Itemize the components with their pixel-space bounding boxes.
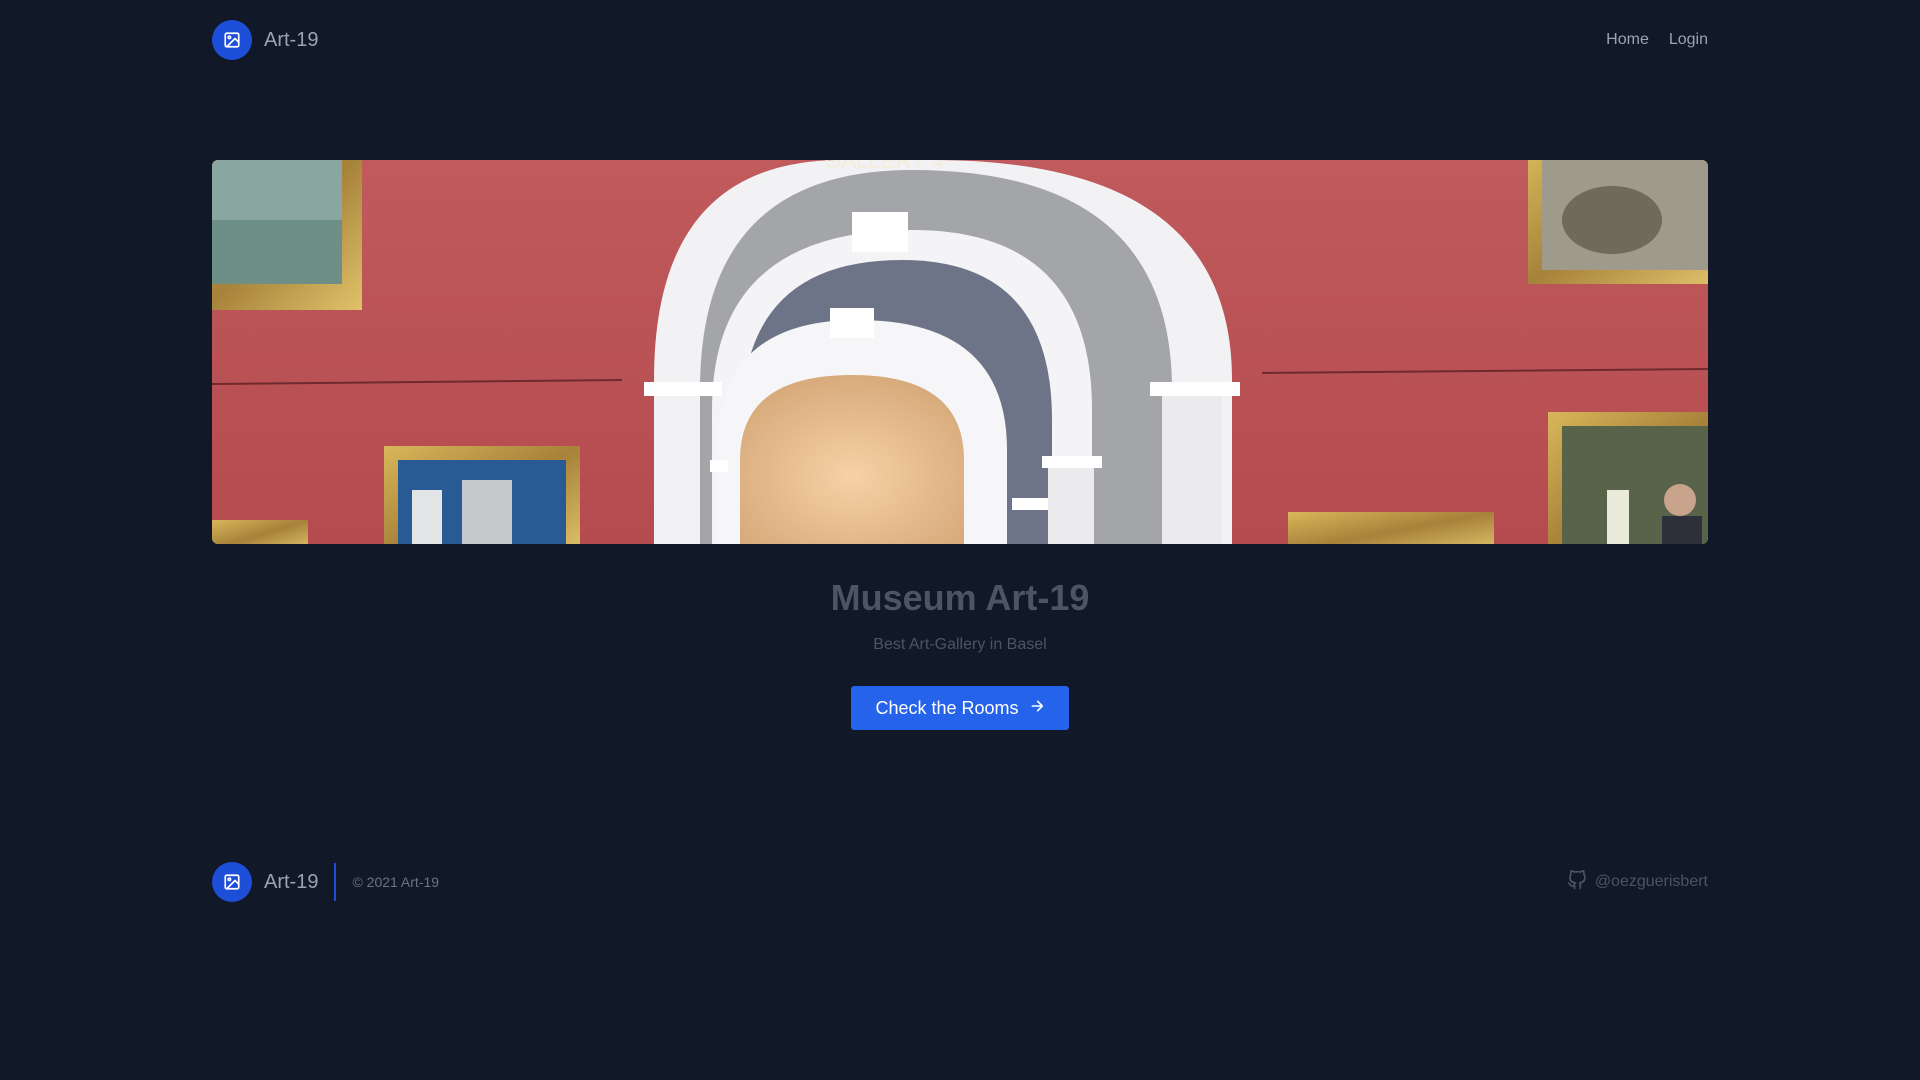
nav-login-link[interactable]: Login — [1669, 31, 1708, 49]
footer-left: Art-19 © 2021 Art-19 — [212, 862, 439, 902]
page-title: Museum Art-19 — [830, 577, 1090, 618]
header-brand-link[interactable]: Art-19 — [212, 20, 318, 60]
gallery-sign: GALLERY 4 — [824, 160, 943, 173]
footer-divider — [334, 863, 337, 901]
site-footer: Art-19 © 2021 Art-19 @oezguerisbert — [212, 862, 1708, 902]
hero-section: Museum Art-19 Best Art-Gallery in Basel … — [212, 570, 1708, 730]
main-nav: Home Login — [1606, 31, 1708, 49]
github-icon — [1567, 869, 1587, 895]
nav-home-link[interactable]: Home — [1606, 31, 1649, 49]
image-logo-icon — [212, 20, 252, 60]
copyright-text: © 2021 Art-19 — [352, 874, 440, 890]
header-brand-name: Art-19 — [264, 28, 319, 51]
footer-brand-link[interactable]: Art-19 — [212, 862, 318, 902]
hero-image: GALLERY 4 — [212, 160, 1708, 544]
site-header: Art-19 Home Login — [212, 20, 1708, 60]
page-subtitle: Best Art-Gallery in Basel — [873, 636, 1047, 653]
github-handle: @oezguerisbert — [1594, 873, 1708, 890]
github-link[interactable]: @oezguerisbert — [1567, 869, 1708, 895]
image-logo-icon — [212, 862, 252, 902]
footer-brand-name: Art-19 — [264, 870, 319, 893]
check-rooms-button[interactable]: Check the Rooms — [851, 686, 1069, 730]
arrow-right-icon — [1029, 698, 1045, 719]
check-rooms-label: Check the Rooms — [875, 697, 1019, 718]
